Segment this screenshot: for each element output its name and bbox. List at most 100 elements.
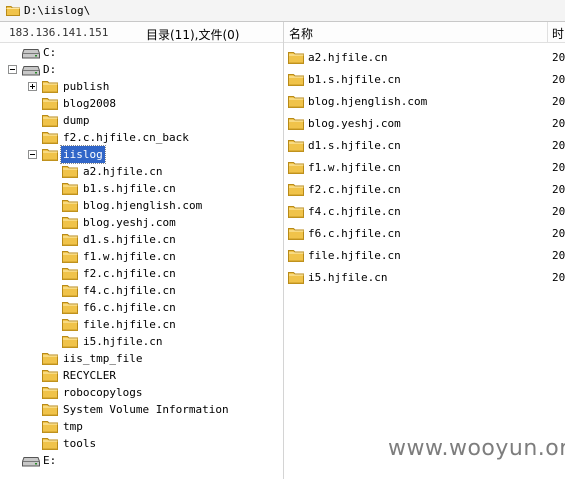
directory-counts: 目录(11),文件(0) <box>146 28 240 42</box>
file-name[interactable]: b1.s.hjfile.cn <box>306 71 403 88</box>
file-list-row[interactable]: b1.s.hjfile.cn 20 <box>284 71 565 88</box>
file-date: 20 <box>552 271 565 284</box>
file-name[interactable]: d1.s.hjfile.cn <box>306 137 403 154</box>
collapse-icon[interactable] <box>28 150 37 159</box>
file-date: 20 <box>552 205 565 218</box>
tree-item-label[interactable]: E: <box>41 452 58 469</box>
tree-item-label[interactable]: robocopylogs <box>61 384 144 401</box>
tree-item[interactable]: tmp <box>0 418 283 435</box>
file-name[interactable]: i5.hjfile.cn <box>306 269 389 286</box>
tree-item-label[interactable]: RECYCLER <box>61 367 118 384</box>
folder-icon <box>288 139 304 157</box>
tree-item[interactable]: iis_tmp_file <box>0 350 283 367</box>
tree-item-label[interactable]: f6.c.hjfile.cn <box>81 299 178 316</box>
tree-item[interactable]: f1.w.hjfile.cn <box>0 248 283 265</box>
expand-icon[interactable] <box>28 82 37 91</box>
tree-item[interactable]: f4.c.hjfile.cn <box>0 282 283 299</box>
tree-item[interactable]: RECYCLER <box>0 367 283 384</box>
file-list-row[interactable]: i5.hjfile.cn 20 <box>284 269 565 286</box>
collapse-icon[interactable] <box>8 65 17 74</box>
drive-icon <box>22 455 40 472</box>
file-date: 20 <box>552 73 565 86</box>
tree-item[interactable]: file.hjfile.cn <box>0 316 283 333</box>
tree-item-label[interactable]: iis_tmp_file <box>61 350 144 367</box>
tree-item-label[interactable]: b1.s.hjfile.cn <box>81 180 178 197</box>
file-list-row[interactable]: f1.w.hjfile.cn 20 <box>284 159 565 176</box>
file-name[interactable]: f2.c.hjfile.cn <box>306 181 403 198</box>
tree-item-label[interactable]: System Volume Information <box>61 401 231 418</box>
folder-icon <box>288 95 304 113</box>
tree-item-label[interactable]: blog.hjenglish.com <box>81 197 204 214</box>
tree-item-label[interactable]: blog2008 <box>61 95 118 112</box>
current-path[interactable]: D:\iislog\ <box>24 4 90 17</box>
file-name[interactable]: a2.hjfile.cn <box>306 49 389 66</box>
file-list-row[interactable]: f4.c.hjfile.cn 20 <box>284 203 565 220</box>
tree-item-label[interactable]: d1.s.hjfile.cn <box>81 231 178 248</box>
file-list-row[interactable]: blog.yeshj.com 20 <box>284 115 565 132</box>
tree-item-label[interactable]: f1.w.hjfile.cn <box>81 248 178 265</box>
tree-item[interactable]: E: <box>0 452 283 469</box>
tree-item[interactable]: b1.s.hjfile.cn <box>0 180 283 197</box>
tree-item[interactable]: blog2008 <box>0 95 283 112</box>
tree-item[interactable]: System Volume Information <box>0 401 283 418</box>
tree-item[interactable]: f6.c.hjfile.cn <box>0 299 283 316</box>
watermark: www.wooyun.org <box>388 436 565 461</box>
tree-item-label[interactable]: a2.hjfile.cn <box>81 163 164 180</box>
folder-icon <box>288 73 304 91</box>
folder-icon <box>288 183 304 201</box>
tree-item-label[interactable]: f4.c.hjfile.cn <box>81 282 178 299</box>
file-list-row[interactable]: blog.hjenglish.com 20 <box>284 93 565 110</box>
tree-item[interactable]: blog.yeshj.com <box>0 214 283 231</box>
file-date: 20 <box>552 227 565 240</box>
tree-item[interactable]: D: <box>0 61 283 78</box>
tree-item[interactable]: iislog <box>0 145 283 164</box>
tree-item[interactable]: tools <box>0 435 283 452</box>
file-name[interactable]: blog.hjenglish.com <box>306 93 429 110</box>
file-list-row[interactable]: a2.hjfile.cn 20 <box>284 49 565 66</box>
file-date: 20 <box>552 95 565 108</box>
tree-item-label[interactable]: file.hjfile.cn <box>81 316 178 333</box>
tree-item[interactable]: d1.s.hjfile.cn <box>0 231 283 248</box>
tree-item[interactable]: i5.hjfile.cn <box>0 333 283 350</box>
tree-item[interactable]: dump <box>0 112 283 129</box>
tree-item[interactable]: a2.hjfile.cn <box>0 163 283 180</box>
tree-item-label[interactable]: f2.c.hjfile.cn <box>81 265 178 282</box>
tree-item-label[interactable]: tools <box>61 435 98 452</box>
tree-item-label-selected[interactable]: iislog <box>60 145 106 164</box>
file-list-row[interactable]: d1.s.hjfile.cn 20 <box>284 137 565 154</box>
tree-item-label[interactable]: tmp <box>61 418 85 435</box>
column-header-name[interactable]: 名称 <box>289 25 313 42</box>
file-name[interactable]: f1.w.hjfile.cn <box>306 159 403 176</box>
folder-icon <box>288 205 304 223</box>
tree-item[interactable]: robocopylogs <box>0 384 283 401</box>
tree-item[interactable]: C: <box>0 44 283 61</box>
tree-item[interactable]: blog.hjenglish.com <box>0 197 283 214</box>
file-name[interactable]: file.hjfile.cn <box>306 247 403 264</box>
tree-item-label[interactable]: C: <box>41 44 58 61</box>
tree-item-label[interactable]: D: <box>41 61 58 78</box>
tree-item[interactable]: f2.c.hjfile.cn <box>0 265 283 282</box>
tree-item-label[interactable]: publish <box>61 78 111 95</box>
file-list-row[interactable]: f6.c.hjfile.cn 20 <box>284 225 565 242</box>
file-name[interactable]: f4.c.hjfile.cn <box>306 203 403 220</box>
tree-item[interactable]: publish <box>0 78 283 95</box>
tree-item-label[interactable]: dump <box>61 112 92 129</box>
folder-icon <box>288 227 304 245</box>
folder-icon <box>288 271 304 289</box>
file-list-row[interactable]: file.hjfile.cn 20 <box>284 247 565 264</box>
folder-icon <box>6 6 20 16</box>
directory-tree-panel: 183.136.141.151 目录(11),文件(0) C: D: publish… <box>0 22 283 479</box>
file-date: 20 <box>552 161 565 174</box>
column-divider[interactable] <box>547 22 548 43</box>
tree-item-label[interactable]: i5.hjfile.cn <box>81 333 164 350</box>
file-name[interactable]: blog.yeshj.com <box>306 115 403 132</box>
tree-item[interactable]: f2.c.hjfile.cn_back <box>0 129 283 146</box>
column-header-time[interactable]: 时 <box>552 25 564 42</box>
tree-item-label[interactable]: blog.yeshj.com <box>81 214 178 231</box>
file-list-row[interactable]: f2.c.hjfile.cn 20 <box>284 181 565 198</box>
file-name[interactable]: f6.c.hjfile.cn <box>306 225 403 242</box>
file-list-panel: 名称 时 a2.hjfile.cn 20 b1.s.hjfile.cn 20 blog.… <box>284 22 565 479</box>
host-ip: 183.136.141.151 <box>9 26 109 39</box>
path-bar: D:\iislog\ <box>0 0 565 22</box>
tree-item-label[interactable]: f2.c.hjfile.cn_back <box>61 129 191 146</box>
